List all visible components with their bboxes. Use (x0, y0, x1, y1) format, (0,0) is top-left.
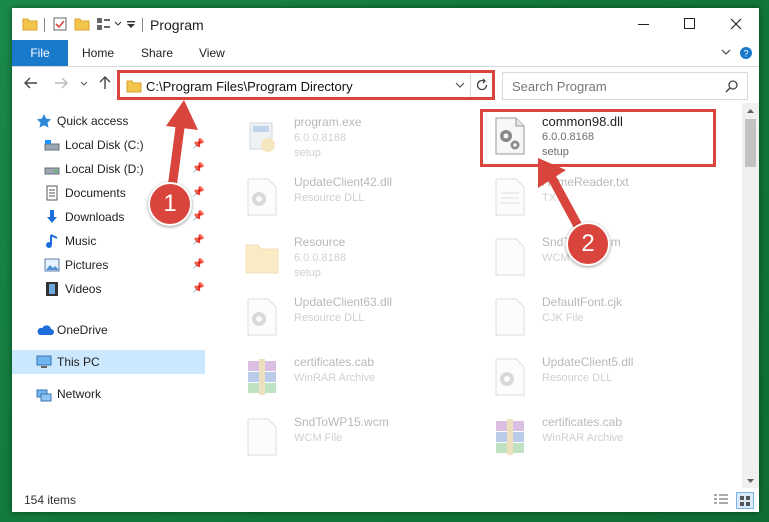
step-badge-2: 2 (566, 222, 610, 266)
annotation-arrows (166, 100, 583, 231)
step-badge-1: 1 (148, 182, 192, 226)
